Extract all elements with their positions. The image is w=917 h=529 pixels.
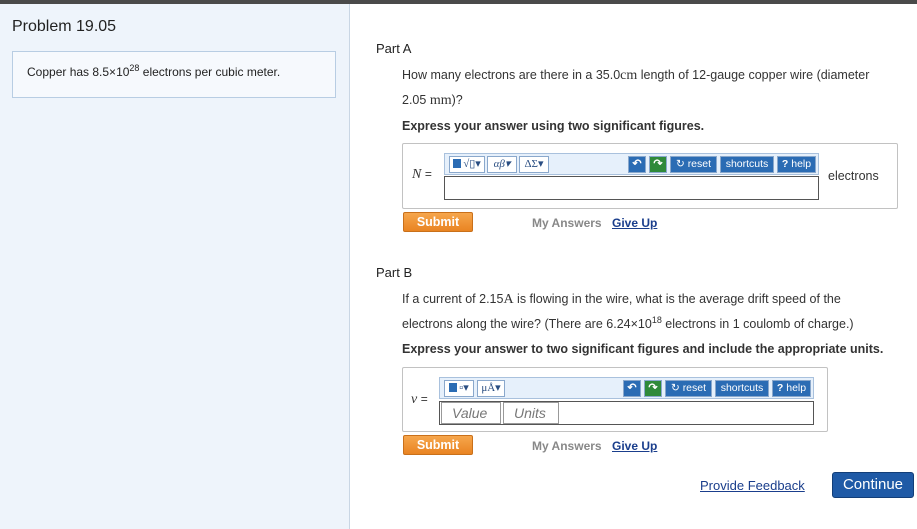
part-a-question-text: How many electrons are there in a 35.0 — [402, 68, 621, 82]
reset-icon: ↻ — [670, 382, 680, 394]
shortcuts-button[interactable]: shortcuts — [720, 156, 774, 173]
part-b-give-up-link[interactable]: Give Up — [612, 439, 657, 453]
part-a-answer-panel: N = √▯▾ αβ▾ ΔΣ▾ ↶ ↷ ↻ reset shortcuts ? … — [402, 143, 898, 209]
undo-button[interactable]: ↶ — [623, 380, 641, 397]
statement-text: Copper has 8.5×10 — [27, 65, 130, 79]
templates-button[interactable]: √▯▾ — [449, 156, 485, 173]
statement-exponent: 28 — [129, 63, 140, 73]
units-templates-button[interactable]: ▫▾ — [444, 380, 474, 397]
part-a-math-toolbar: √▯▾ αβ▾ ΔΣ▾ ↶ ↷ ↻ reset shortcuts ? help — [444, 153, 819, 175]
template-square-icon — [449, 383, 458, 392]
shortcuts-label: shortcuts — [720, 382, 764, 394]
part-a-title: Part A — [376, 41, 412, 56]
units-symbols-button[interactable]: μÅ▾ — [477, 380, 505, 397]
value-field[interactable]: Value — [441, 402, 501, 424]
part-a-variable-symbol: N — [412, 167, 422, 182]
part-b-title: Part B — [376, 265, 413, 280]
undo-button[interactable]: ↶ — [628, 156, 646, 173]
part-a-variable: N = — [412, 167, 432, 183]
part-a-submit-button[interactable]: Submit — [403, 212, 473, 232]
help-button[interactable]: ? help — [777, 156, 816, 173]
part-a-answer-input[interactable] — [444, 176, 819, 200]
reset-button[interactable]: ↻ reset — [665, 380, 712, 397]
symbols-button[interactable]: ΔΣ▾ — [519, 156, 549, 173]
redo-icon: ↷ — [648, 382, 658, 394]
redo-icon: ↷ — [653, 158, 663, 170]
part-a-instruction: Express your answer using two significan… — [402, 119, 705, 133]
provide-feedback-link[interactable]: Provide Feedback — [700, 478, 805, 493]
continue-button[interactable]: Continue — [832, 472, 914, 498]
part-b-math-toolbar: ▫▾ μÅ▾ ↶ ↷ ↻ reset shortcuts ? help — [439, 377, 814, 399]
redo-button[interactable]: ↷ — [644, 380, 662, 397]
part-b-exponent: 18 — [651, 315, 662, 325]
part-a-question: How many electrons are there in a 35.0cm… — [402, 63, 902, 113]
part-b-answer-input: Value Units — [439, 401, 814, 425]
part-b-variable-symbol: v — [411, 392, 418, 407]
part-b-question-text-3: electrons along the wire? (There are 6.2… — [402, 317, 652, 331]
part-a-question-text-3: 2.05 — [402, 93, 430, 107]
part-b-question: If a current of 2.15A is flowing in the … — [402, 287, 902, 336]
problem-sidebar: Problem 19.05 Copper has 8.5×1028 electr… — [0, 4, 350, 529]
greek-button[interactable]: αβ▾ — [487, 156, 517, 173]
part-b-variable: v = — [411, 392, 428, 408]
units-field[interactable]: Units — [503, 402, 559, 424]
templates-label: √▯ — [463, 158, 476, 170]
shortcuts-button[interactable]: shortcuts — [715, 380, 769, 397]
part-a-my-answers-link[interactable]: My Answers — [532, 216, 602, 230]
chevron-down-icon: ▾ — [537, 158, 544, 170]
part-b-question-text-2: is flowing in the wire, what is the aver… — [513, 292, 841, 306]
chevron-down-icon: ▾ — [463, 382, 469, 394]
part-a-unit-cm: cm — [620, 68, 638, 83]
statement-text-end: electrons per cubic meter. — [139, 65, 281, 79]
part-a-question-text-4: )? — [451, 93, 463, 107]
part-a-equals: = — [424, 167, 432, 181]
help-icon: ? — [781, 158, 789, 170]
help-icon: ? — [776, 382, 784, 394]
symbols-label: ΔΣ — [524, 158, 538, 170]
part-a-unit-mm: mm — [429, 93, 452, 108]
part-a-unit-label: electrons — [828, 169, 879, 183]
reset-button[interactable]: ↻ reset — [670, 156, 717, 173]
part-b-equals: = — [420, 392, 428, 406]
chevron-down-icon: ▾ — [495, 382, 501, 394]
part-b-unit-a: A — [503, 292, 514, 307]
part-b-submit-button[interactable]: Submit — [403, 435, 473, 455]
chevron-down-icon: ▾ — [475, 158, 481, 170]
units-symbols-label: μÅ — [481, 382, 496, 394]
part-b-instruction: Express your answer to two significant f… — [402, 342, 884, 356]
reset-label: reset — [687, 158, 712, 170]
reset-icon: ↻ — [675, 158, 685, 170]
chevron-down-icon: ▾ — [504, 158, 511, 170]
part-b-question-text: If a current of 2.15 — [402, 292, 504, 306]
problem-title: Problem 19.05 — [12, 18, 117, 35]
help-label: help — [791, 158, 812, 170]
help-label: help — [786, 382, 807, 394]
part-b-question-text-4: electrons in 1 coulomb of charge.) — [661, 317, 854, 331]
template-square-icon — [453, 159, 462, 168]
problem-statement-box: Copper has 8.5×1028 electrons per cubic … — [12, 51, 336, 98]
greek-label: αβ — [493, 158, 505, 170]
part-b-answer-panel: v = ▫▾ μÅ▾ ↶ ↷ ↻ reset shortcuts ? help … — [402, 367, 828, 432]
shortcuts-label: shortcuts — [725, 158, 769, 170]
part-a-question-text-2: length of 12-gauge copper wire (diameter — [637, 68, 870, 82]
part-b-my-answers-link[interactable]: My Answers — [532, 439, 602, 453]
reset-label: reset — [682, 382, 707, 394]
help-button[interactable]: ? help — [772, 380, 811, 397]
problem-statement: Copper has 8.5×1028 electrons per cubic … — [27, 63, 281, 80]
redo-button[interactable]: ↷ — [649, 156, 667, 173]
undo-icon: ↶ — [632, 158, 642, 170]
undo-icon: ↶ — [627, 382, 637, 394]
part-a-give-up-link[interactable]: Give Up — [612, 216, 657, 230]
main-content: Part A How many electrons are there in a… — [351, 4, 917, 529]
